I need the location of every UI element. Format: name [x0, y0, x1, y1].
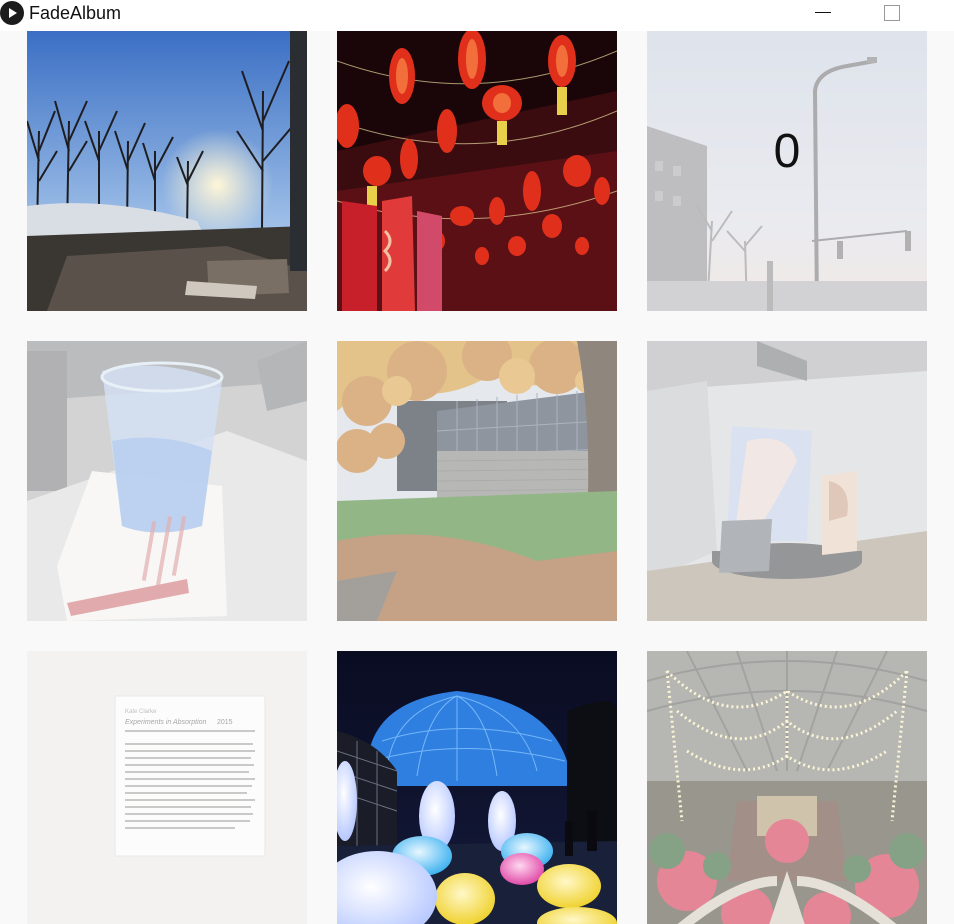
photo-greenhouse-lights	[647, 651, 927, 924]
wall-label-title: Experiments in Absorption	[125, 719, 207, 726]
photo-tile[interactable]	[337, 341, 617, 621]
wall-label-artist: Kate Clarke	[125, 709, 157, 715]
play-icon	[0, 1, 24, 25]
photo-tile[interactable]	[647, 651, 927, 924]
photo-grid: 0 Kate Clarke Experiments in Absorption …	[27, 31, 927, 924]
photo-gallery-installation	[647, 341, 927, 621]
photo-tile[interactable]	[647, 341, 927, 621]
photo-winter-trees	[27, 31, 307, 311]
title-bar: FadeAlbum	[0, 0, 954, 31]
photo-street-lamp	[647, 31, 927, 311]
wall-label-year: 2015	[217, 719, 233, 726]
minimize-button[interactable]	[800, 0, 846, 28]
photo-glowing-eggs	[337, 651, 617, 924]
app-title: FadeAlbum	[29, 3, 122, 23]
photo-tile[interactable]	[337, 31, 617, 311]
photo-tile[interactable]: 0	[647, 31, 927, 311]
photo-autumn-tree	[337, 341, 617, 621]
photo-museum-label: Kate Clarke Experiments in Absorption 20…	[27, 651, 307, 924]
photo-tile[interactable]	[27, 341, 307, 621]
photo-red-lanterns	[337, 31, 617, 311]
photo-tile[interactable]	[27, 31, 307, 311]
photo-water-cup	[27, 341, 307, 621]
maximize-button[interactable]	[868, 0, 914, 28]
photo-tile[interactable]	[337, 651, 617, 924]
photo-tile[interactable]: Kate Clarke Experiments in Absorption 20…	[27, 651, 307, 924]
